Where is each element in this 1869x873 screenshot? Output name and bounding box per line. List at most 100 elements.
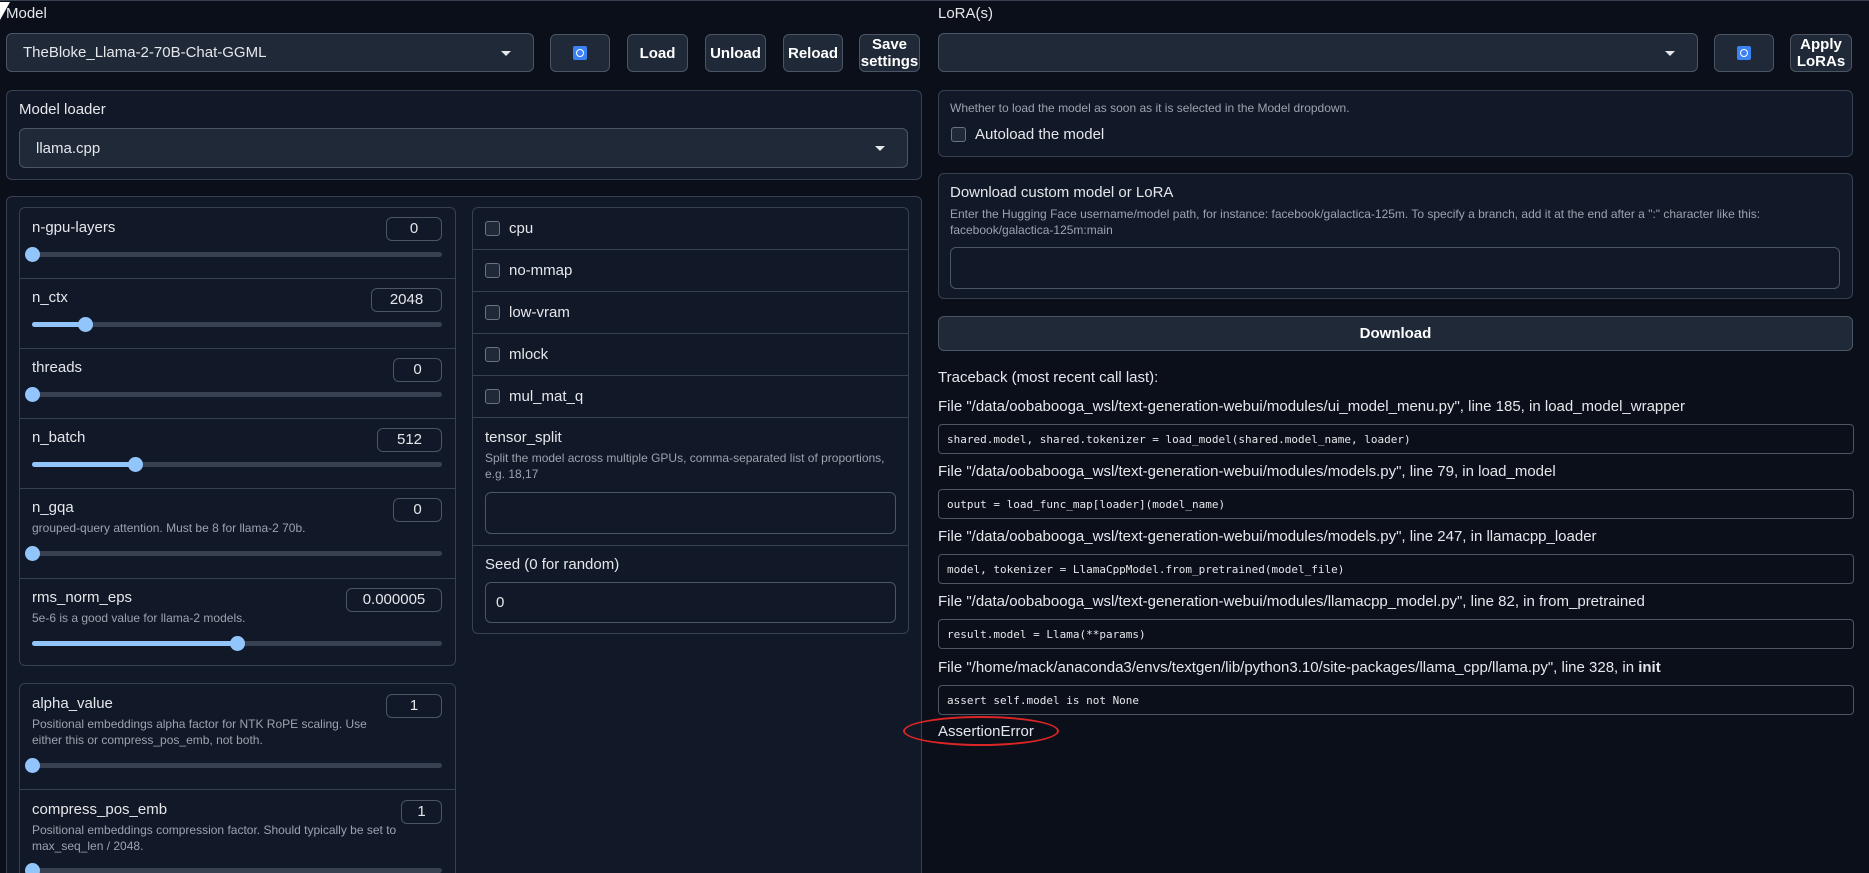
seed-input[interactable]: 0	[485, 582, 896, 623]
chevron-down-icon	[875, 146, 885, 151]
apply-loras-line1: Apply	[1800, 36, 1842, 53]
compress-pos-emb-input[interactable]: 1	[401, 800, 442, 824]
threads-slider[interactable]	[25, 387, 442, 402]
checkbox-label: mul_mat_q	[509, 388, 584, 405]
tensor-split-info-line1: Split the model across multiple GPUs, co…	[485, 451, 885, 465]
n-ctx-input[interactable]: 2048	[371, 288, 442, 312]
refresh-icon	[573, 46, 587, 60]
annotation-ellipse	[903, 716, 1059, 746]
rms-norm-eps-input[interactable]: 0.000005	[346, 588, 442, 612]
download-info-line1: Enter the Hugging Face username/model pa…	[950, 207, 1761, 221]
n-gpu-layers-input[interactable]: 0	[386, 217, 442, 241]
model-dropdown[interactable]: TheBloke_Llama-2-70B-Chat-GGML	[6, 33, 534, 72]
n-gqa-input[interactable]: 0	[393, 498, 442, 522]
traceback-file-last-prefix: File "/home/mack/anaconda3/envs/textgen/…	[938, 659, 1639, 676]
low-vram-checkbox[interactable]	[485, 305, 500, 320]
alpha-value-input[interactable]: 1	[386, 694, 442, 718]
alpha-value-slider[interactable]	[25, 758, 442, 773]
n-gpu-layers-slider[interactable]	[25, 247, 442, 262]
model-selected: TheBloke_Llama-2-70B-Chat-GGML	[23, 44, 267, 61]
traceback-file: File "/data/oobabooga_wsl/text-generatio…	[938, 528, 1597, 545]
divider	[473, 333, 908, 334]
save-settings-button[interactable]: Save settings	[859, 34, 920, 72]
divider	[473, 291, 908, 292]
autoload-checkbox[interactable]	[951, 127, 966, 142]
chevron-down-icon	[1665, 50, 1675, 56]
reload-button[interactable]: Reload	[783, 34, 843, 72]
slider-label: n_gqa	[32, 499, 74, 516]
slider-label: threads	[32, 359, 83, 376]
no-mmap-checkbox[interactable]	[485, 263, 500, 278]
divider	[473, 375, 908, 376]
download-button[interactable]: Download	[938, 316, 1853, 351]
traceback-code: shared.model, shared.tokenizer = load_mo…	[938, 424, 1854, 454]
traceback-code: model, tokenizer = LlamaCppModel.from_pr…	[938, 554, 1854, 584]
n-batch-input[interactable]: 512	[377, 428, 442, 452]
divider	[20, 278, 455, 279]
slider-thumb[interactable]	[25, 758, 40, 773]
threads-input[interactable]: 0	[393, 358, 442, 382]
slider-thumb[interactable]	[25, 247, 40, 262]
traceback-code: output = load_func_map[loader](model_nam…	[938, 489, 1854, 519]
slider-label: rms_norm_eps	[32, 589, 133, 606]
lora-dropdown[interactable]	[938, 33, 1698, 72]
cpu-checkbox[interactable]	[485, 221, 500, 236]
refresh-lora-button[interactable]	[1714, 34, 1774, 72]
mlock-checkbox[interactable]	[485, 347, 500, 362]
traceback-code: result.model = Llama(**params)	[938, 619, 1854, 649]
n-batch-slider[interactable]	[32, 457, 442, 472]
tensor-split-info-line2: e.g. 18,17	[485, 467, 539, 481]
compress-info-line2: max_seq_len / 2048.	[32, 839, 144, 853]
divider	[20, 348, 455, 349]
slider-thumb[interactable]	[127, 457, 143, 472]
autoload-info: Whether to load the model as soon as it …	[950, 101, 1350, 115]
slider-label: alpha_value	[32, 695, 113, 712]
lora-label: LoRA(s)	[938, 5, 994, 22]
divider	[473, 417, 908, 418]
autoload-label: Autoload the model	[975, 126, 1105, 143]
seed-label: Seed (0 for random)	[485, 556, 620, 573]
divider	[20, 488, 455, 489]
compress-pos-emb-slider[interactable]	[25, 863, 442, 873]
compress-info-line1: Positional embeddings compression factor…	[32, 823, 397, 837]
n-gqa-slider[interactable]	[25, 546, 442, 561]
top-border	[0, 0, 1869, 1]
save-settings-line2: settings	[860, 53, 919, 70]
n-gqa-info: grouped-query attention. Must be 8 for l…	[32, 521, 306, 535]
rms-norm-eps-info: 5e-6 is a good value for llama-2 models.	[32, 611, 246, 625]
slider-label: compress_pos_emb	[32, 801, 168, 818]
rms-norm-eps-slider[interactable]	[32, 636, 442, 651]
alpha-info-line1: Positional embeddings alpha factor for N…	[32, 717, 367, 731]
slider-thumb[interactable]	[25, 546, 40, 561]
apply-loras-line2: LoRAs	[1796, 53, 1846, 70]
traceback-file: File "/data/oobabooga_wsl/text-generatio…	[938, 593, 1645, 610]
divider	[20, 789, 455, 790]
download-input[interactable]	[950, 247, 1840, 289]
traceback-file-last-bold: init	[1638, 659, 1661, 676]
checkbox-label: low-vram	[509, 304, 570, 321]
slider-thumb[interactable]	[25, 387, 40, 402]
slider-label: n_ctx	[32, 289, 68, 306]
chevron-down-icon	[501, 50, 511, 56]
apply-loras-button[interactable]: Apply LoRAs	[1790, 34, 1852, 72]
save-settings-line1: Save	[871, 36, 908, 53]
model-loader-dropdown[interactable]: llama.cpp	[19, 128, 908, 168]
slider-thumb[interactable]	[25, 863, 40, 873]
traceback-file-last: File "/home/mack/anaconda3/envs/textgen/…	[938, 659, 1661, 676]
alpha-info-line2: either this or compress_pos_emb, not bot…	[32, 733, 263, 747]
n-ctx-slider[interactable]	[32, 317, 442, 332]
model-loader-selected: llama.cpp	[36, 139, 101, 157]
mul-mat-q-checkbox[interactable]	[485, 389, 500, 404]
model-label: Model	[6, 5, 47, 22]
slider-thumb[interactable]	[230, 636, 245, 651]
load-button[interactable]: Load	[627, 34, 688, 72]
checkbox-label: cpu	[509, 220, 534, 237]
slider-label: n_batch	[32, 429, 86, 446]
refresh-model-button[interactable]	[550, 34, 610, 72]
download-title: Download custom model or LoRA	[950, 184, 1174, 201]
divider	[20, 578, 455, 579]
unload-button[interactable]: Unload	[705, 34, 766, 72]
divider	[473, 545, 908, 546]
download-info-line2: facebook/galactica-125m:main	[950, 223, 1113, 237]
tensor-split-input[interactable]	[485, 492, 896, 534]
